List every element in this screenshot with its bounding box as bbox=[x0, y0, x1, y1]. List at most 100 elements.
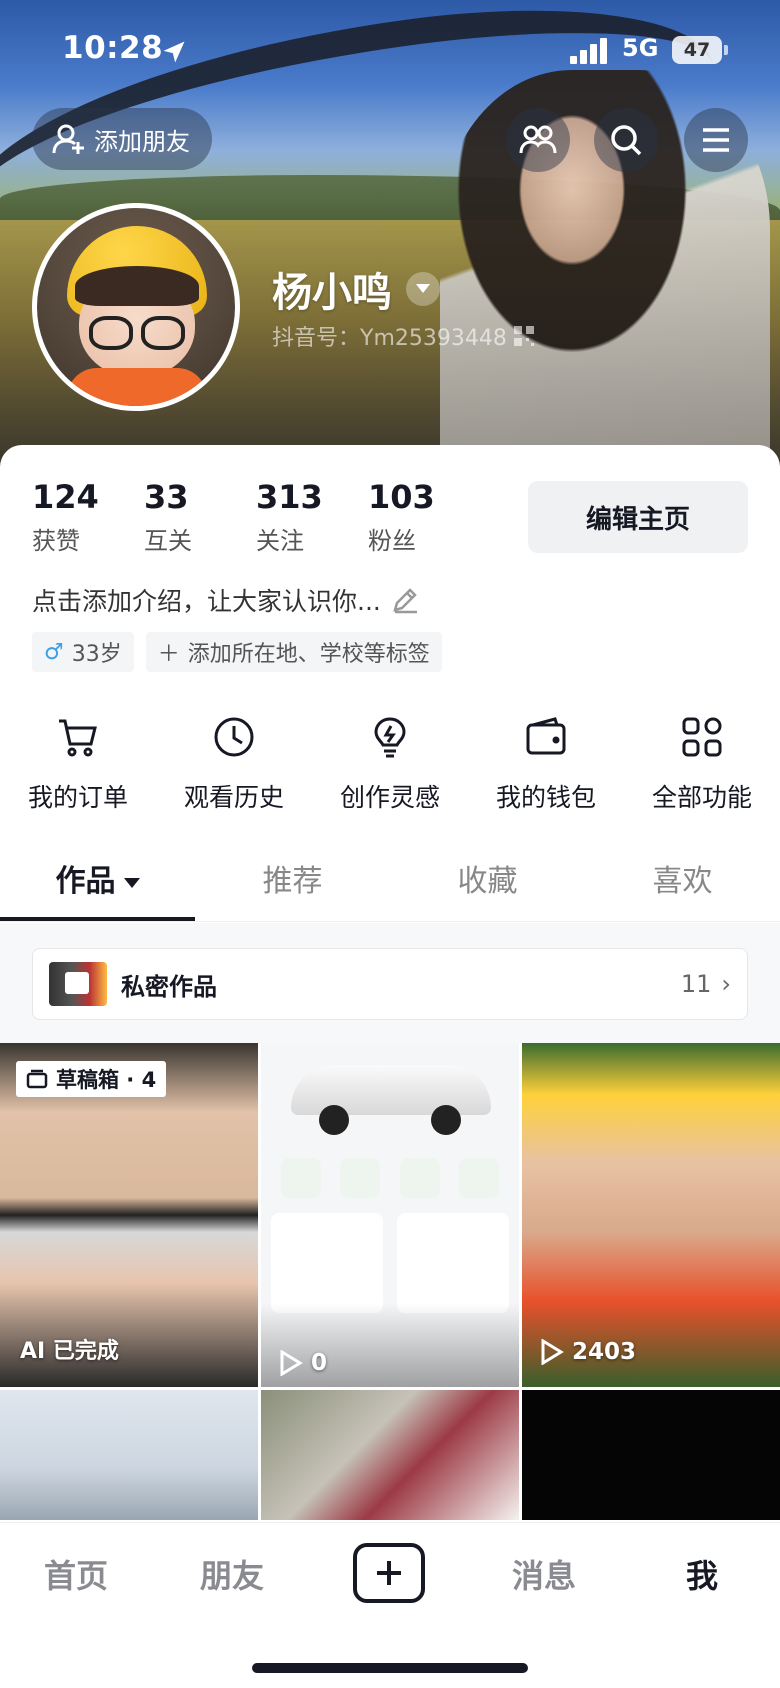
caret-down-icon bbox=[123, 877, 140, 888]
stat-likes[interactable]: 124 获赞 bbox=[32, 479, 144, 556]
username-row[interactable]: 杨小鸣 bbox=[272, 260, 440, 318]
age-tag[interactable]: ♂ 33岁 bbox=[32, 632, 134, 672]
stat-mutual[interactable]: 33 互关 bbox=[144, 478, 256, 556]
avatar[interactable] bbox=[32, 203, 240, 411]
account-switch-button[interactable] bbox=[406, 272, 440, 306]
add-tag-text: 添加所在地、学校等标签 bbox=[187, 642, 430, 667]
content-tabs: 作品 推荐 收藏 喜欢 bbox=[0, 852, 780, 922]
private-works-row[interactable]: 私密作品 11 › bbox=[32, 948, 748, 1020]
ai-status: AI 已完成 bbox=[20, 1339, 119, 1364]
video-thumb[interactable] bbox=[522, 1390, 780, 1520]
feature-wallet[interactable]: 我的钱包 bbox=[468, 714, 624, 814]
qr-code-icon bbox=[513, 326, 534, 346]
tab-likes[interactable]: 喜欢 bbox=[585, 852, 780, 921]
video-thumb-draft[interactable]: 草稿箱 · 4 AI 已完成 bbox=[0, 1043, 258, 1387]
tab-favorites[interactable]: 收藏 bbox=[390, 852, 585, 921]
add-friend-label: 添加朋友 bbox=[94, 127, 190, 156]
avatar-vest bbox=[67, 368, 207, 406]
douyin-id-text: 抖音号：Ym25393448 bbox=[272, 326, 507, 351]
feature-label: 全部功能 bbox=[651, 783, 752, 812]
grid-icon bbox=[679, 714, 725, 760]
visitors-button[interactable] bbox=[506, 108, 570, 172]
caret-down-icon bbox=[416, 284, 430, 293]
private-works-label: 私密作品 bbox=[121, 972, 217, 1001]
draft-box-icon bbox=[26, 1069, 48, 1089]
feature-orders[interactable]: 我的订单 bbox=[0, 714, 156, 814]
play-count-text: 2403 bbox=[572, 1339, 637, 1365]
car-app-tile bbox=[280, 1158, 321, 1198]
search-icon bbox=[611, 125, 642, 156]
tab-indicator bbox=[0, 917, 195, 921]
avatar-hair bbox=[75, 266, 199, 306]
private-thumb bbox=[49, 962, 107, 1006]
car-app-row bbox=[271, 1158, 509, 1198]
tab-label: 作品 bbox=[55, 864, 116, 899]
menu-icon bbox=[703, 128, 729, 152]
cart-icon bbox=[55, 714, 101, 760]
car-wheel bbox=[319, 1105, 349, 1135]
chevron-right-icon: › bbox=[721, 970, 731, 998]
nav-friends[interactable]: 朋友 bbox=[200, 1551, 264, 1597]
username: 杨小鸣 bbox=[272, 270, 392, 316]
create-button[interactable] bbox=[353, 1543, 425, 1603]
tab-works[interactable]: 作品 bbox=[0, 852, 195, 921]
plus-icon: ＋ bbox=[157, 642, 180, 667]
feature-all[interactable]: 全部功能 bbox=[624, 714, 780, 814]
pencil-icon bbox=[393, 588, 417, 614]
lock-icon bbox=[65, 972, 89, 994]
stat-label: 互关 bbox=[144, 527, 192, 556]
draft-badge-text: 草稿箱 · 4 bbox=[56, 1068, 157, 1092]
feature-label: 我的订单 bbox=[27, 783, 128, 812]
add-tag-button[interactable]: ＋ 添加所在地、学校等标签 bbox=[145, 632, 442, 672]
car-wheel bbox=[431, 1105, 461, 1135]
home-indicator bbox=[252, 1663, 528, 1673]
private-works-count: 11 bbox=[680, 970, 712, 998]
video-thumb[interactable] bbox=[0, 1390, 258, 1520]
car-app-tile bbox=[399, 1158, 440, 1198]
tab-recommended[interactable]: 推荐 bbox=[195, 852, 390, 921]
nav-me[interactable]: 我 bbox=[686, 1551, 718, 1597]
video-thumb[interactable]: 0 bbox=[261, 1043, 519, 1387]
car-panel bbox=[271, 1213, 383, 1313]
avatar-glasses-right bbox=[141, 316, 185, 350]
bio[interactable]: 点击添加介绍，让大家认识你... bbox=[32, 582, 419, 618]
age-text: 33岁 bbox=[71, 642, 122, 667]
feature-row: 我的订单 观看历史 创作灵感 我的钱包 全部功能 bbox=[0, 714, 780, 814]
feature-label: 观看历史 bbox=[183, 783, 284, 812]
feature-history[interactable]: 观看历史 bbox=[156, 714, 312, 814]
menu-button[interactable] bbox=[684, 108, 748, 172]
signal-icon bbox=[570, 38, 607, 64]
car-image bbox=[291, 1065, 491, 1115]
people-icon bbox=[519, 125, 557, 154]
nav-home[interactable]: 首页 bbox=[44, 1551, 108, 1597]
play-count-text: 0 bbox=[311, 1350, 328, 1376]
lightbulb-icon bbox=[367, 714, 413, 760]
stat-label: 粉丝 bbox=[368, 527, 416, 556]
video-thumb[interactable] bbox=[261, 1390, 519, 1520]
feature-inspiration[interactable]: 创作灵感 bbox=[312, 714, 468, 814]
clock-icon bbox=[211, 714, 257, 760]
location-arrow-icon bbox=[163, 41, 185, 63]
douyin-id[interactable]: 抖音号：Ym25393448 bbox=[272, 320, 535, 352]
nav-messages[interactable]: 消息 bbox=[512, 1551, 576, 1597]
stat-label: 关注 bbox=[256, 527, 304, 556]
add-user-icon bbox=[52, 124, 84, 154]
plus-icon bbox=[377, 1561, 401, 1585]
play-icon bbox=[280, 1350, 303, 1376]
search-button[interactable] bbox=[594, 108, 658, 172]
play-count: 2403 bbox=[540, 1339, 636, 1365]
video-thumb[interactable]: 2403 bbox=[522, 1043, 780, 1387]
stat-following[interactable]: 313 关注 bbox=[256, 478, 368, 556]
stat-label: 获赞 bbox=[32, 527, 80, 556]
add-friend-button[interactable]: 添加朋友 bbox=[32, 108, 212, 170]
draft-badge: 草稿箱 · 4 bbox=[16, 1061, 167, 1097]
stat-followers[interactable]: 103 粉丝 bbox=[368, 479, 480, 556]
car-panel bbox=[397, 1213, 509, 1313]
play-count: 0 bbox=[261, 1303, 519, 1387]
stat-value: 33 bbox=[144, 478, 189, 516]
car-app-tile bbox=[459, 1158, 500, 1198]
stat-value: 313 bbox=[256, 478, 323, 516]
status-bar: 10:28 5G 47 bbox=[0, 30, 780, 76]
play-icon bbox=[541, 1339, 564, 1365]
edit-profile-button[interactable]: 编辑主页 bbox=[528, 481, 748, 553]
